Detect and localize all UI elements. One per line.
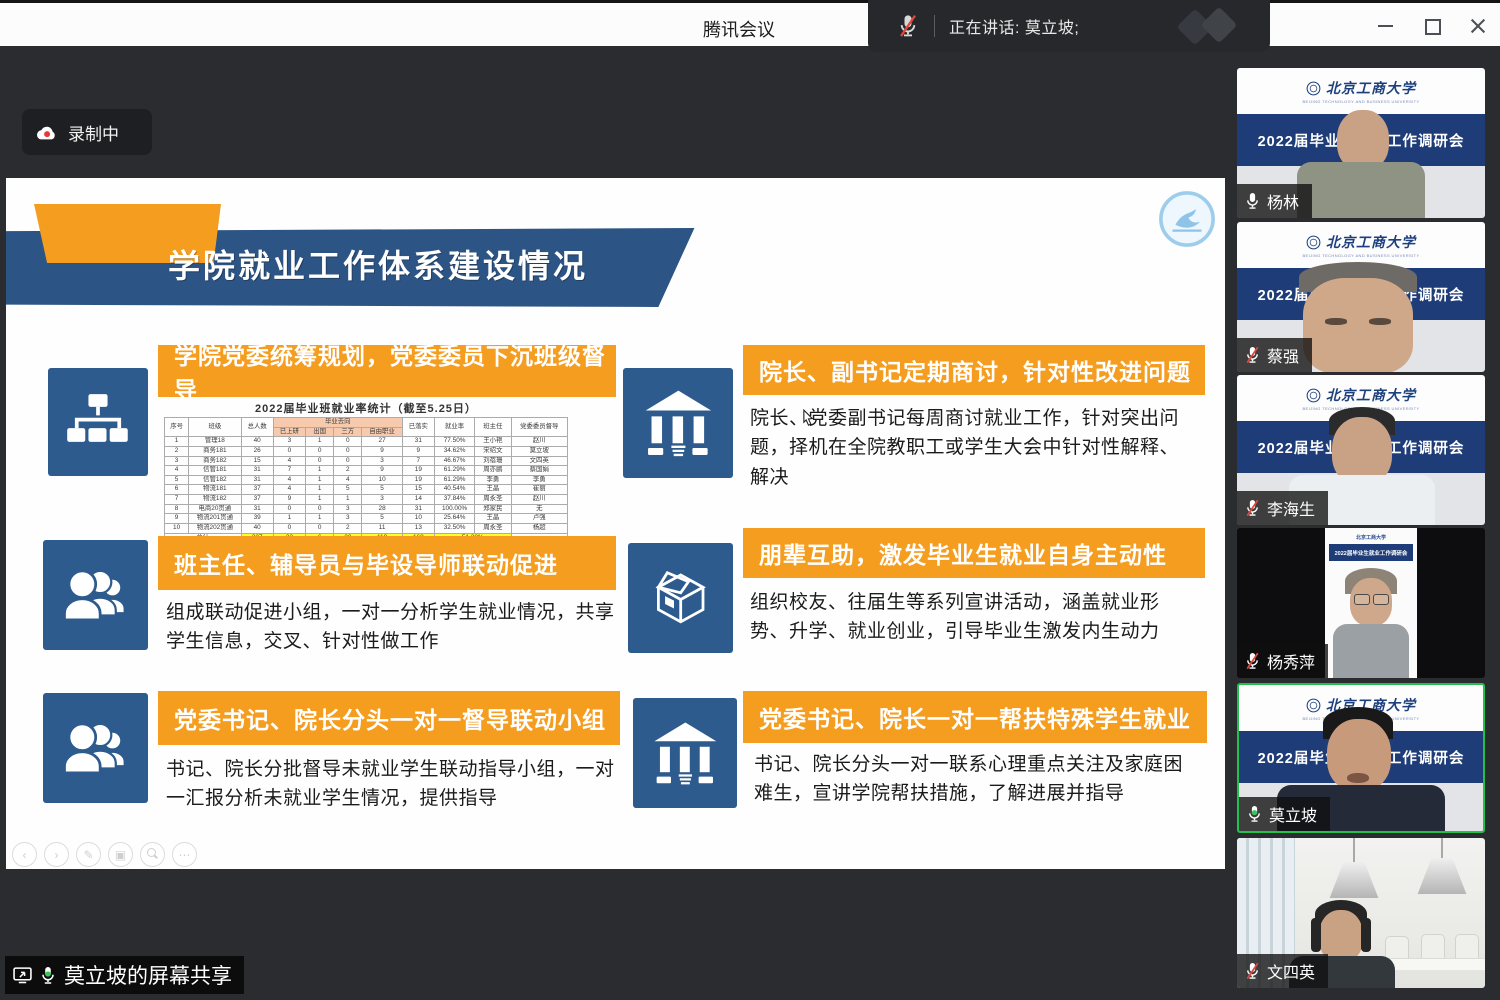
university-seal-icon — [1306, 388, 1321, 403]
next-page-icon[interactable]: › — [44, 842, 69, 867]
glasses-icon — [1373, 594, 1389, 605]
mic-live-icon — [40, 966, 56, 985]
participant-hair — [1361, 918, 1371, 952]
org-chart-icon — [48, 368, 148, 476]
mic-speaking-icon — [1247, 805, 1262, 823]
close-button[interactable] — [1470, 18, 1486, 34]
participant-tile-yanglin[interactable]: 北京工商大学 BEIJING TECHNOLOGY AND BUSINESS U… — [1237, 68, 1485, 218]
table-row: 5信管18231414101961.29%李勇李勇 — [165, 475, 568, 485]
section-body-4: 组织校友、往届生等系列宣讲活动，涵盖就业形势、升学、就业创业，引导毕业生激发内生… — [750, 588, 1198, 647]
institution-icon — [623, 368, 733, 478]
mic-muted-icon — [898, 14, 918, 38]
people-group-icon — [43, 540, 148, 650]
institution-icon — [633, 698, 737, 808]
divider — [934, 15, 935, 37]
screen-share-label: 莫立坡的屏幕共享 — [64, 960, 232, 990]
college-logo-icon — [1158, 190, 1216, 248]
participant-tile-caiqiang[interactable]: 北京工商大学 BEIJING TECHNOLOGY AND BUSINESS U… — [1237, 222, 1485, 372]
magnifier-icon[interactable] — [140, 842, 165, 867]
people-group-icon — [43, 693, 148, 803]
table-row: 1管理1840310273177.50%王小艳赵川 — [165, 437, 568, 447]
screen-share-status: 莫立坡的屏幕共享 — [5, 956, 244, 994]
shared-screen-slide: 学院就业工作体系建设情况 学院党委统筹规划，党委委员下沉班级督导 2022届毕业… — [6, 178, 1225, 869]
participant-mouth — [1347, 773, 1369, 783]
participant-name-label: 文四英 — [1237, 954, 1328, 988]
table-row: 3商务182154003746.67%刘蓓珊文四英 — [165, 456, 568, 466]
pen-icon[interactable]: ✎ — [76, 842, 101, 867]
table-row: 10物流202贯通40002111332.50%周永圣杨超 — [165, 524, 568, 534]
participant-name-label: 蔡强 — [1237, 338, 1312, 372]
participant-body — [1333, 624, 1409, 678]
section-header-2: 院长、副书记定期商讨，针对性改进问题 — [743, 345, 1205, 395]
pages-icon[interactable]: ▣ — [108, 842, 133, 867]
employment-table: 2022届毕业班就业率统计（截至5.25日） 序号 班级 总人数 毕业去向 — [164, 400, 568, 543]
mic-muted-icon — [1245, 346, 1260, 364]
table-row: 7物流1823791131437.84%周永圣赵川 — [165, 495, 568, 505]
table-row: 2商务181260009934.62%宋绍文莫立坡 — [165, 446, 568, 456]
employment-table-body: 1管理1840310273177.50%王小艳赵川2商务181260009934… — [165, 437, 568, 543]
lamp-stem — [1441, 838, 1443, 858]
section-header-5: 党委书记、院长分头一对一督导联动小组 — [158, 691, 620, 745]
recording-badge[interactable]: 录制中 — [22, 109, 152, 155]
window-titlebar: 腾讯会议 — [0, 0, 1500, 46]
meeting-logo-icon — [1176, 8, 1250, 44]
participant-eye — [1325, 318, 1347, 325]
speaking-status-text: 正在讲话: 莫立坡; — [949, 14, 1079, 38]
participant-name-label: 莫立坡 — [1239, 797, 1330, 831]
participant-name-label: 杨秀萍 — [1237, 644, 1328, 678]
participant-face — [1303, 278, 1413, 372]
annotation-toolbar: ‹ › ✎ ▣ ⋯ — [12, 842, 197, 867]
university-seal-icon — [1306, 81, 1321, 96]
pendant-lamp-icon — [1325, 862, 1383, 898]
glasses-icon — [1354, 594, 1370, 605]
mic-on-icon — [1245, 192, 1260, 210]
pendant-lamp-icon — [1413, 858, 1471, 894]
university-seal-icon — [1306, 698, 1321, 713]
university-seal-icon — [1306, 235, 1321, 250]
table-row: 8电商20贯通310032831100.00%郑家民无 — [165, 504, 568, 514]
table-row: 4信管1813171291961.29%周亦鹏蔡国娟 — [165, 466, 568, 476]
section-body-6: 书记、院长分头一对一联系心理重点关注及家庭困难生，宣讲学院帮扶措施，了解进展并指… — [754, 750, 1194, 809]
prev-page-icon[interactable]: ‹ — [12, 842, 37, 867]
section-header-1: 学院党委统筹规划，党委委员下沉班级督导 — [158, 345, 616, 397]
mic-muted-icon — [1245, 962, 1260, 980]
participant-name-label: 杨林 — [1237, 184, 1312, 218]
mic-muted-icon — [1245, 499, 1260, 517]
participant-name-label: 李海生 — [1237, 491, 1328, 525]
speaking-status-bar: 正在讲话: 莫立坡; — [868, 0, 1270, 52]
participant-face — [1337, 110, 1389, 170]
more-icon[interactable]: ⋯ — [172, 842, 197, 867]
lamp-stem — [1353, 838, 1355, 862]
participant-tile-molipo[interactable]: 北京工商大学 BEIJING TECHNOLOGY AND BUSINESS U… — [1237, 683, 1485, 833]
section-body-2: 院长、党委副书记每周商讨就业工作，针对突出问题，择机在全院教职工或学生大会中针对… — [750, 404, 1198, 492]
section-header-3: 班主任、辅导员与毕设导师联动促进 — [158, 536, 616, 590]
recording-label: 录制中 — [68, 120, 119, 145]
section-body-3: 组成联动促进小组，一对一分析学生就业情况，共享学生信息，交叉、针对性做工作 — [166, 598, 624, 657]
participant-eye — [1369, 318, 1391, 325]
screen-share-icon — [13, 966, 32, 984]
app-title: 腾讯会议 — [703, 16, 775, 42]
section-header-4: 朋辈互助，激发毕业生就业自身主动性 — [743, 528, 1205, 578]
maximize-button[interactable] — [1424, 18, 1440, 34]
cloud-record-icon — [35, 124, 57, 141]
section-body-5: 书记、院长分批督导未就业学生联动指导小组，一对一汇报分析未就业学生情况，提供指导 — [166, 755, 626, 814]
participant-tile-wensiying[interactable]: 文四英 — [1237, 838, 1485, 988]
tencent-meeting-window: 腾讯会议 正在讲话: 莫立坡; 录制中 学院就业工作体系建设情况 — [0, 0, 1500, 1000]
portrait-video-strip: 北京工商大学 2022届毕业生就业工作调研会 — [1325, 528, 1417, 678]
section-header-6: 党委书记、院长一对一帮扶特殊学生就业 — [743, 691, 1207, 743]
participant-body — [1297, 162, 1425, 218]
participant-tile-yangxiuping[interactable]: 北京工商大学 2022届毕业生就业工作调研会 杨秀萍 — [1237, 528, 1485, 678]
table-title: 2022届毕业班就业率统计（截至5.25日） — [164, 400, 568, 416]
participant-tile-lihaisheng[interactable]: 北京工商大学 BEIJING TECHNOLOGY AND BUSINESS U… — [1237, 375, 1485, 525]
mic-muted-icon — [1245, 652, 1260, 670]
table-row: 6物流1813741551540.54%王晶崔丽 — [165, 485, 568, 495]
minimize-button[interactable] — [1378, 18, 1394, 34]
open-box-icon — [628, 543, 733, 653]
mouse-cursor-icon — [802, 409, 815, 428]
window-controls — [1378, 3, 1486, 49]
participant-hair — [1311, 918, 1321, 952]
slide-title: 学院就业工作体系建设情况 — [168, 241, 588, 287]
table-row: 9物流201贯通3911351025.64%王晶卢强 — [165, 514, 568, 524]
